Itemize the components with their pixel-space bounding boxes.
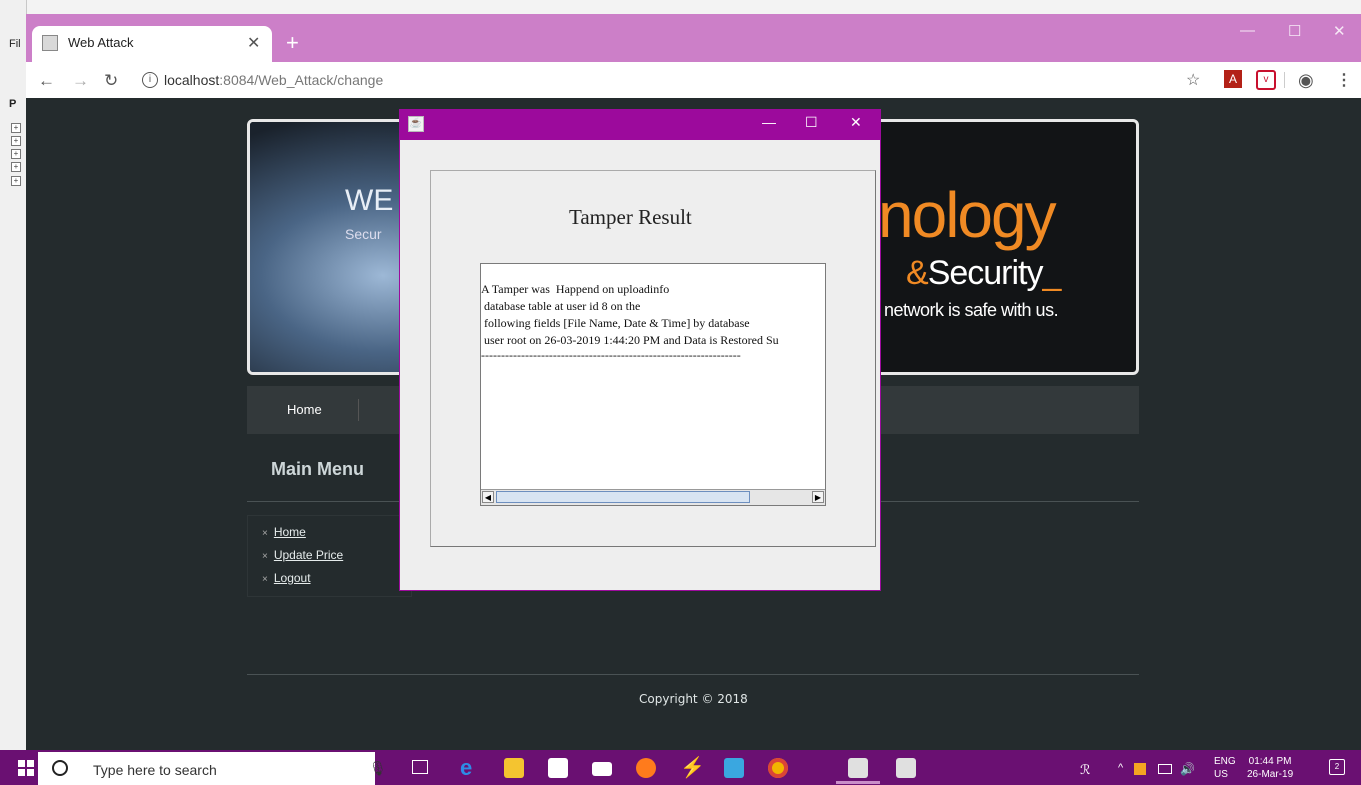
url-path: :8084/Web_Attack/change (219, 72, 384, 88)
clock-date: 26-Mar-19 (1247, 769, 1294, 780)
ide-tree-expand-icon[interactable]: + (11, 149, 21, 159)
ide-tree-expand-icon[interactable]: + (11, 162, 21, 172)
nav-separator (358, 399, 359, 421)
firefox-icon[interactable] (636, 758, 656, 778)
close-icon[interactable]: ✕ (1333, 22, 1346, 40)
ide-tree-expand-icon[interactable]: + (11, 123, 21, 133)
tray-expand-icon[interactable]: ^ (1118, 762, 1123, 774)
forward-icon[interactable]: → (72, 71, 89, 91)
ide-projects-label: P (9, 98, 17, 110)
dialog-minimize-icon[interactable]: — (762, 114, 776, 130)
banner-amp: & (906, 254, 929, 292)
minimize-icon[interactable]: — (1240, 22, 1255, 39)
url-input[interactable]: localhost:8084/Web_Attack/change (164, 72, 383, 88)
back-icon[interactable]: ← (38, 71, 55, 91)
volume-icon[interactable]: 🔊 (1180, 762, 1195, 776)
dialog-heading: Tamper Result (569, 205, 692, 229)
dialog-maximize-icon[interactable]: ☐ (805, 114, 818, 131)
banner-security-text: &Security_ (906, 254, 1061, 292)
profile-icon[interactable]: ◉ (1298, 70, 1314, 91)
lang-code: ENG (1214, 756, 1236, 767)
java-app-icon: ☕ (408, 116, 424, 132)
scroll-left-icon[interactable]: ◀ (482, 491, 494, 503)
lightning-app-icon[interactable]: ⚡ (680, 758, 705, 778)
menu-item-home[interactable]: × Home (262, 525, 306, 539)
banner-security-word: Security (927, 254, 1044, 292)
java-taskbar-icon[interactable] (848, 758, 868, 778)
toolbar-divider (1284, 72, 1285, 88)
result-separator: ----------------------------------------… (481, 348, 741, 362)
result-line: database table at user id 8 on the (481, 299, 641, 313)
maximize-icon[interactable]: ☐ (1288, 22, 1301, 40)
result-line: user root on 26-03-2019 1:44:20 PM and D… (481, 333, 779, 347)
taskbar-search-placeholder: Type here to search (93, 762, 217, 778)
new-tab-button[interactable]: + (286, 30, 299, 56)
region-code: US (1214, 769, 1228, 780)
banner-tagline: network is safe with us. (884, 300, 1059, 320)
windows-start-icon[interactable] (18, 760, 34, 776)
ide-file-menu[interactable]: Fil (9, 38, 21, 50)
netbeans-icon[interactable] (724, 758, 744, 778)
chrome-icon[interactable] (768, 758, 788, 778)
bookmark-star-icon[interactable]: ☆ (1186, 70, 1200, 90)
language-indicator[interactable]: ENG US (1214, 755, 1236, 781)
main-menu-title: Main Menu (271, 459, 364, 479)
cortana-icon[interactable] (52, 760, 68, 776)
nav-home-link[interactable]: Home (287, 402, 322, 417)
pdf-extension-icon[interactable]: A (1224, 70, 1242, 88)
action-center-icon[interactable]: 2 (1329, 759, 1345, 775)
task-view-icon[interactable] (412, 760, 428, 774)
menu-kebab-icon[interactable]: ⋮ (1336, 70, 1352, 90)
mail-icon[interactable] (592, 762, 612, 776)
banner-web-text: WE (345, 184, 394, 217)
site-info-icon[interactable]: i (142, 72, 158, 88)
tray-app-icon[interactable] (1134, 763, 1146, 775)
reload-icon[interactable]: ↻ (104, 71, 118, 91)
clock-time: 01:44 PM (1248, 756, 1292, 767)
result-line: following fields [File Name, Date & Time… (481, 316, 750, 330)
url-host: localhost (164, 72, 220, 88)
menu-item-logout[interactable]: × Logout (262, 571, 311, 585)
taskbar-clock[interactable]: 01:44 PM 26-Mar-19 (1247, 755, 1293, 781)
footer-divider (247, 674, 1139, 675)
battery-icon[interactable] (1158, 764, 1172, 774)
footer-copyright: Copyright © 2018 (639, 692, 748, 706)
active-app-highlight (836, 781, 880, 784)
tab-title: Web Attack (68, 35, 134, 50)
file-explorer-icon[interactable] (504, 758, 524, 778)
ide-tree-expand-icon[interactable]: + (11, 176, 21, 186)
tab-close-icon[interactable]: ✕ (247, 33, 260, 53)
result-line: A Tamper was Happend on uploadinfo (481, 282, 670, 296)
ide-title-bar (0, 0, 1361, 14)
ide-tree-expand-icon[interactable]: + (11, 136, 21, 146)
tab-favicon-icon (42, 35, 58, 51)
ide-side-strip (0, 0, 27, 750)
menu-item-update-price[interactable]: × Update Price (262, 548, 343, 562)
notification-count: 2 (1334, 762, 1340, 771)
store-icon[interactable] (548, 758, 568, 778)
banner-security-subtext: Secur (345, 226, 382, 242)
scroll-right-icon[interactable]: ▶ (812, 491, 824, 503)
microphone-icon[interactable]: 🎙 (369, 760, 387, 777)
scrollbar-thumb[interactable] (496, 491, 750, 503)
java-taskbar-icon-2[interactable] (896, 758, 916, 778)
people-icon[interactable]: ℛ (1080, 762, 1090, 778)
dialog-close-icon[interactable]: ✕ (850, 114, 862, 131)
banner-technology-text: nology (878, 179, 1057, 251)
pocket-extension-icon[interactable]: v (1256, 70, 1276, 90)
edge-icon[interactable]: e (460, 757, 480, 779)
